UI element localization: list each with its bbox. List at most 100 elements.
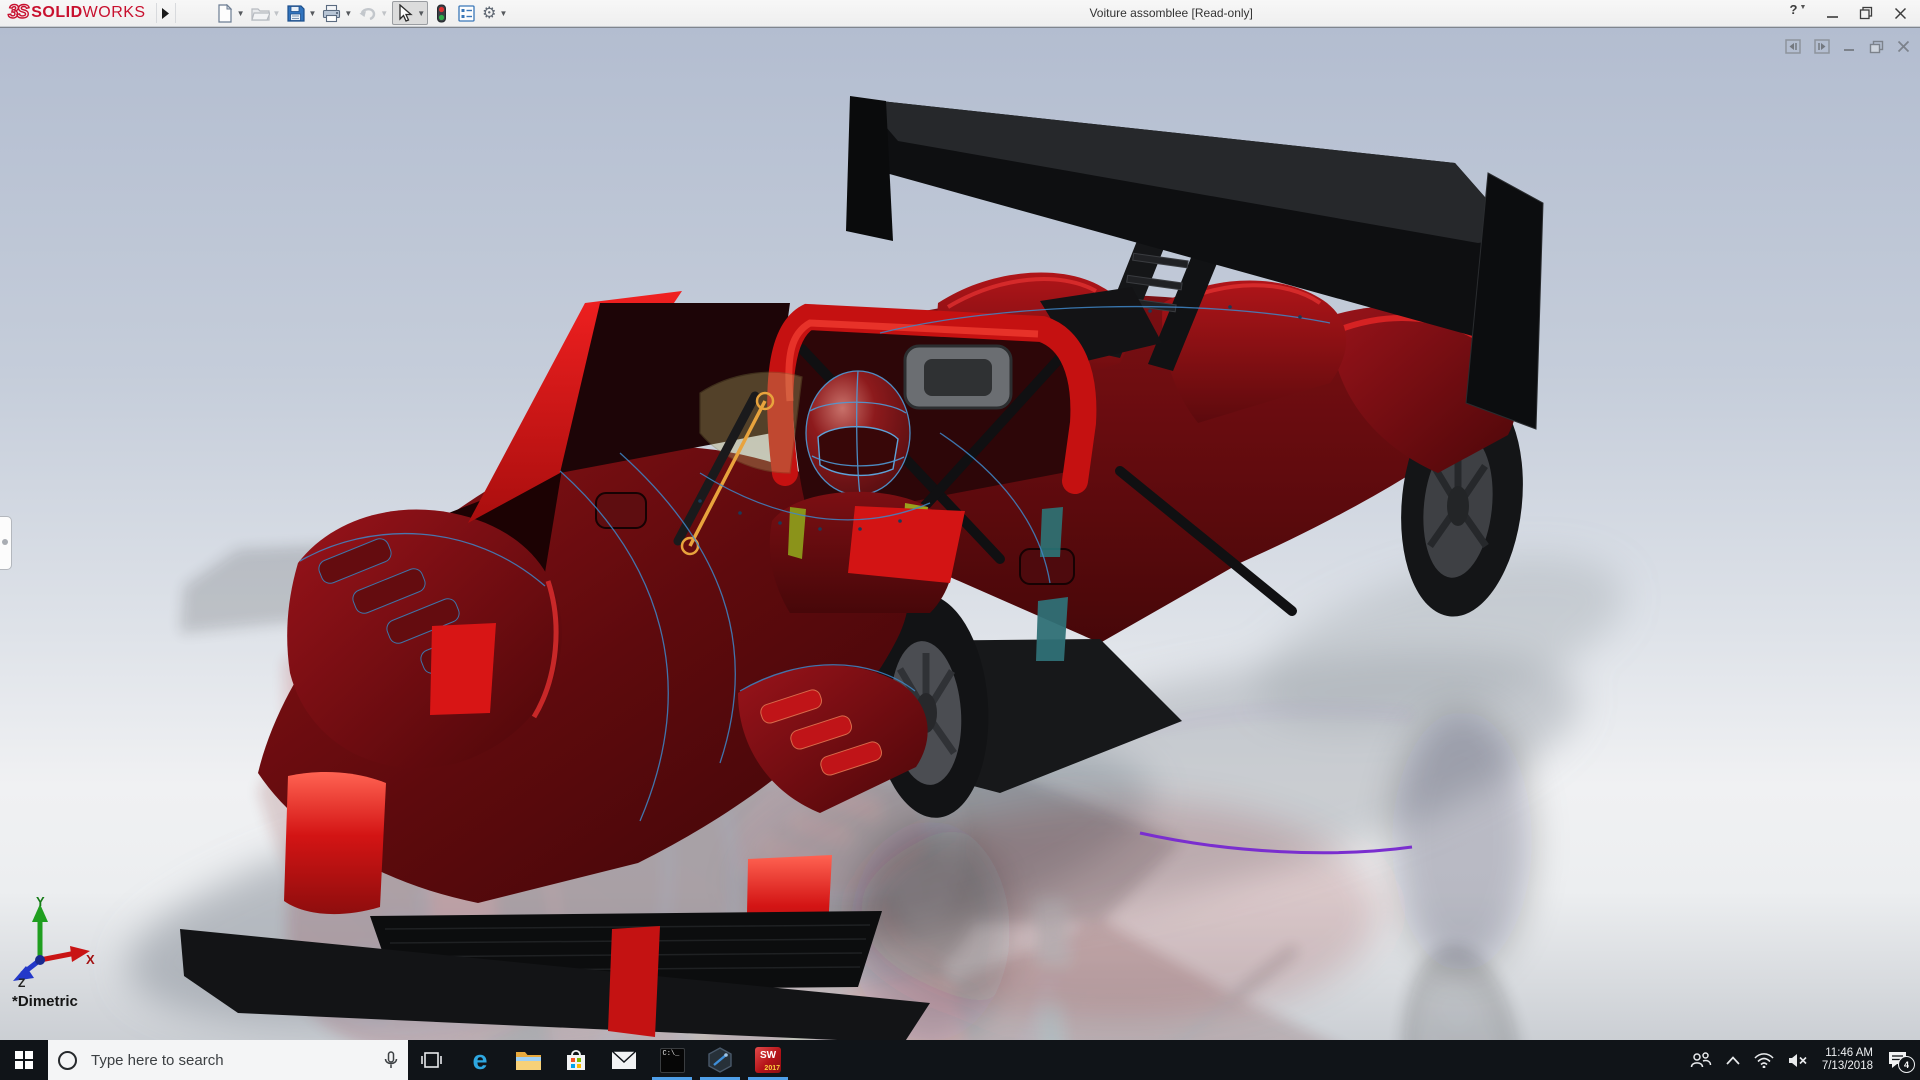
print-dropdown-caret[interactable]: ▼	[344, 9, 352, 18]
file-properties-icon	[457, 4, 476, 23]
help-dropdown-caret[interactable]: ▼	[1800, 4, 1807, 11]
help-label: ?	[1790, 2, 1798, 17]
save-button[interactable]: ▼	[284, 2, 318, 24]
brand-solid: SOLID	[31, 4, 82, 21]
dassault-3s-icon: 3S	[8, 2, 27, 24]
command-prompt-button[interactable]: C:\_	[648, 1040, 696, 1080]
taskbar-apps: e	[408, 1040, 792, 1080]
help-button[interactable]: ? ▼	[1784, 2, 1812, 24]
command-prompt-icon: C:\_	[660, 1048, 685, 1073]
tab-grip-dot	[2, 539, 8, 545]
doc-minimize-icon[interactable]	[1843, 40, 1856, 53]
mail-icon	[611, 1050, 637, 1070]
options-gear-icon: ⚙	[482, 4, 496, 23]
close-icon	[1894, 7, 1907, 20]
graphics-viewport[interactable]: Y X Z *Dimetric	[0, 27, 1920, 1040]
rebuild-button[interactable]	[430, 2, 453, 24]
minimize-icon	[1826, 7, 1839, 20]
open-dropdown-caret[interactable]: ▼	[273, 9, 281, 18]
pane-arrow-left-icon[interactable]	[1785, 39, 1801, 54]
windows-taskbar: e	[0, 1040, 1920, 1080]
pane-arrow-right-icon[interactable]	[1814, 39, 1830, 54]
window-controls: ? ▼	[1784, 0, 1914, 26]
clock-time: 11:46 AM	[1822, 1047, 1873, 1060]
hexagon-app-button[interactable]	[696, 1040, 744, 1080]
triad-y-label: Y	[36, 896, 45, 909]
file-properties-button[interactable]	[455, 2, 478, 24]
options-dropdown-caret[interactable]: ▼	[499, 9, 507, 18]
solidworks-window: 3S SOLIDWORKS ▼ ▼	[0, 0, 1920, 1080]
taskbar-search[interactable]	[48, 1040, 408, 1080]
undo-button[interactable]: ▼	[356, 2, 390, 24]
doc-close-icon[interactable]	[1897, 40, 1910, 53]
close-button[interactable]	[1886, 2, 1914, 24]
document-window-controls	[1785, 39, 1910, 54]
solidworks-logo: 3S SOLIDWORKS	[0, 0, 146, 26]
window-title: Voiture assomblee [Read-only]	[1089, 0, 1252, 26]
coordinate-triad: Y X Z	[6, 896, 96, 988]
restore-icon	[1859, 6, 1873, 20]
action-center-button[interactable]: 4	[1887, 1051, 1908, 1069]
print-icon	[322, 4, 341, 23]
store-button[interactable]	[552, 1040, 600, 1080]
doc-restore-icon[interactable]	[1869, 40, 1884, 54]
task-view-icon	[420, 1050, 444, 1070]
solidworks-2017-icon: SW 2017	[755, 1047, 781, 1073]
options-button[interactable]: ⚙ ▼	[480, 2, 509, 24]
solidworks-app-button[interactable]: SW 2017	[744, 1040, 792, 1080]
notification-badge: 4	[1898, 1056, 1915, 1073]
windows-logo-icon	[15, 1051, 33, 1069]
triad-x-label: X	[86, 952, 95, 967]
print-button[interactable]: ▼	[320, 2, 354, 24]
new-dropdown-caret[interactable]: ▼	[237, 9, 245, 18]
front-corner-left	[284, 772, 386, 914]
menu-expand-button[interactable]	[156, 3, 176, 23]
edge-icon: e	[472, 1047, 487, 1074]
view-orientation-label: *Dimetric	[12, 993, 78, 1010]
file-explorer-icon	[515, 1049, 542, 1071]
undo-dropdown-caret[interactable]: ▼	[380, 9, 388, 18]
nose-stripe	[608, 926, 660, 1037]
brand-works: WORKS	[83, 4, 146, 21]
microphone-icon[interactable]	[384, 1051, 398, 1070]
start-button[interactable]	[0, 1040, 48, 1080]
3d-model-race-car	[0, 27, 1920, 1040]
rebuild-traffic-light-icon	[432, 4, 451, 23]
system-tray: 11:46 AM 7/13/2018 4	[1690, 1040, 1920, 1080]
search-input[interactable]	[89, 1051, 378, 1070]
select-cursor-icon	[395, 4, 414, 23]
taskbar-clock[interactable]: 11:46 AM 7/13/2018	[1822, 1047, 1873, 1073]
select-tool-button[interactable]: ▼	[392, 1, 428, 25]
show-hidden-icons-chevron[interactable]	[1726, 1056, 1740, 1065]
restore-button[interactable]	[1852, 2, 1880, 24]
people-icon[interactable]	[1690, 1052, 1712, 1068]
wifi-icon[interactable]	[1754, 1053, 1774, 1068]
clock-date: 7/13/2018	[1822, 1060, 1873, 1073]
minimize-button[interactable]	[1818, 2, 1846, 24]
volume-muted-icon[interactable]	[1788, 1053, 1808, 1068]
new-document-button[interactable]: ▼	[213, 2, 247, 24]
save-dropdown-caret[interactable]: ▼	[308, 9, 316, 18]
open-folder-icon	[251, 4, 270, 23]
feature-manager-collapsed-tab[interactable]	[0, 516, 12, 570]
task-view-button[interactable]	[408, 1040, 456, 1080]
edge-button[interactable]: e	[456, 1040, 504, 1080]
camera-pod	[905, 346, 1011, 408]
mail-button[interactable]	[600, 1040, 648, 1080]
save-floppy-icon	[286, 4, 305, 23]
sw-year: 2017	[764, 1065, 780, 1073]
sw-letters: SW	[760, 1050, 776, 1061]
open-button[interactable]: ▼	[249, 2, 283, 24]
file-explorer-button[interactable]	[504, 1040, 552, 1080]
new-document-icon	[215, 4, 234, 23]
title-bar: 3S SOLIDWORKS ▼ ▼	[0, 0, 1920, 27]
undo-icon	[358, 4, 377, 23]
select-dropdown-caret[interactable]: ▼	[417, 9, 425, 18]
store-icon	[564, 1048, 588, 1072]
expand-arrow-icon	[161, 8, 170, 19]
quick-access-toolbar: ▼ ▼ ▼	[212, 0, 511, 26]
triad-z-label: Z	[18, 976, 25, 988]
cortana-icon[interactable]	[58, 1051, 77, 1070]
left-mirror	[596, 493, 646, 528]
hexagon-app-icon	[707, 1047, 733, 1073]
